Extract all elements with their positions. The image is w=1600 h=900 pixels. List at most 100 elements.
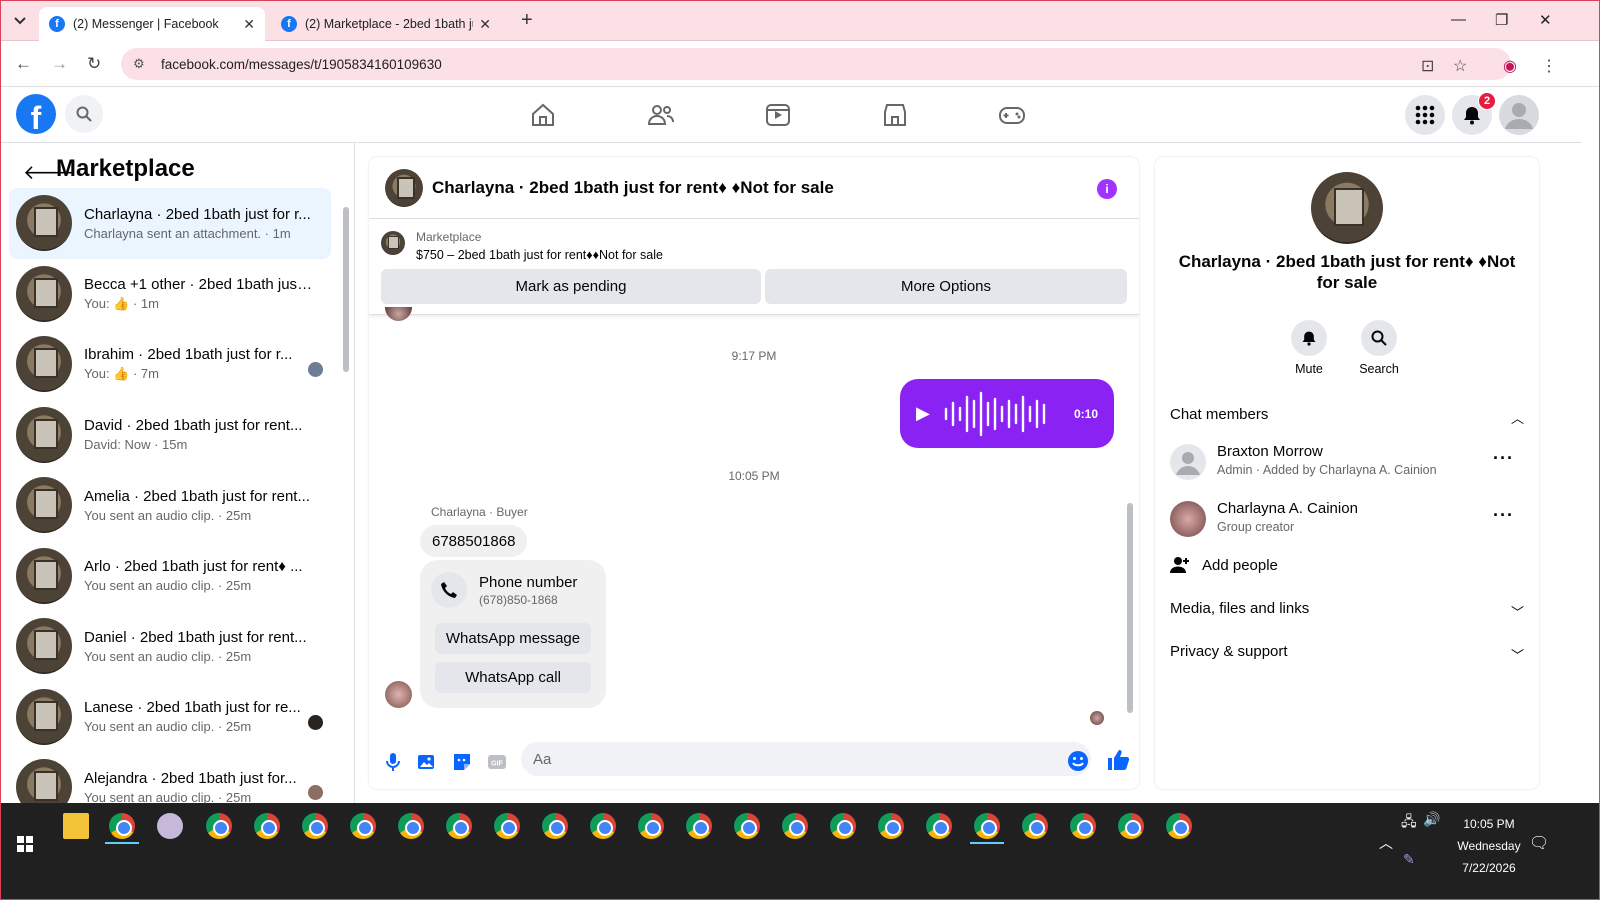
conversation-item[interactable]: David · 2bed 1bath just for rent... David… — [9, 400, 331, 471]
gaming-icon[interactable] — [998, 101, 1026, 129]
gif-icon[interactable]: GIF — [487, 752, 507, 772]
chrome-profile-icon[interactable] — [206, 813, 232, 839]
chrome-profile-icon[interactable] — [1070, 813, 1096, 839]
notification-center-icon[interactable]: 🗨 — [1529, 833, 1549, 853]
facebook-logo-icon[interactable]: f — [16, 94, 56, 134]
more-options-icon[interactable]: ··· — [1493, 505, 1514, 526]
more-options-icon[interactable]: ··· — [1493, 448, 1514, 469]
chrome-profile-icon[interactable] — [638, 813, 664, 839]
chrome-profile-icon[interactable] — [302, 813, 328, 839]
chrome-profile-icon[interactable] — [254, 813, 280, 839]
tab-marketplace[interactable]: f (2) Marketplace - 2bed 1bath ju ✕ — [271, 7, 501, 41]
conversation-avatar[interactable] — [1311, 172, 1383, 244]
chrome-profile-icon[interactable] — [350, 813, 376, 839]
windows-start-icon[interactable] — [17, 836, 33, 852]
conversation-item[interactable]: Alejandra · 2bed 1bath just for... You se… — [9, 752, 331, 803]
conversation-item[interactable]: Amelia · 2bed 1bath just for rent... You … — [9, 470, 331, 541]
chrome-profile-icon[interactable] — [398, 813, 424, 839]
chrome-profile-icon[interactable] — [926, 813, 952, 839]
chrome-profile-icon[interactable] — [686, 813, 712, 839]
conversation-item[interactable]: Lanese · 2bed 1bath just for re... You se… — [9, 682, 331, 753]
microphone-icon[interactable] — [383, 752, 403, 772]
account-button[interactable] — [1499, 95, 1539, 135]
chrome-profile-icon[interactable] — [590, 813, 616, 839]
conversation-item[interactable]: Becca +1 other · 2bed 1bath just ... You:… — [9, 259, 331, 330]
chrome-profile-icon[interactable] — [542, 813, 568, 839]
chat-avatar[interactable] — [385, 168, 423, 207]
chrome-profile-icon[interactable] — [830, 813, 856, 839]
mark-as-pending-button[interactable]: Mark as pending — [381, 269, 761, 304]
search-in-conversation-button[interactable]: Search — [1344, 320, 1414, 376]
message-input[interactable]: Aa — [521, 742, 1091, 776]
file-explorer-icon[interactable] — [63, 813, 89, 839]
chrome-profile-icon[interactable] — [974, 813, 1000, 839]
back-arrow-icon[interactable]: ← — [15, 54, 32, 74]
window-close-icon[interactable]: ✕ — [1539, 11, 1552, 29]
pen-icon[interactable]: ✎ — [1403, 851, 1415, 868]
conversation-item[interactable]: Daniel · 2bed 1bath just for rent... You … — [9, 611, 331, 682]
conversation-item[interactable]: Arlo · 2bed 1bath just for rent♦ ... You … — [9, 541, 331, 612]
chrome-profile-icon[interactable] — [1166, 813, 1192, 839]
url-text[interactable]: facebook.com/messages/t/1905834160109630 — [161, 57, 442, 72]
media-files-links-section[interactable]: Media, files and links ﹀ — [1170, 600, 1524, 620]
emoji-icon[interactable] — [1067, 750, 1089, 772]
system-clock[interactable]: 10:05 PM Wednesday 7/22/2026 — [1441, 813, 1537, 879]
sender-avatar[interactable] — [385, 681, 412, 708]
chrome-profile-icon[interactable] — [1022, 813, 1048, 839]
system-tray-chevron-icon[interactable]: ︿ — [1379, 833, 1393, 853]
menu-button[interactable] — [1405, 95, 1445, 135]
info-icon[interactable]: i — [1097, 179, 1117, 199]
scrollbar-thumb[interactable] — [343, 207, 349, 372]
tab-messenger[interactable]: f (2) Messenger | Facebook ✕ — [39, 7, 265, 41]
close-tab-icon[interactable]: ✕ — [243, 16, 255, 33]
chrome-profile-icon[interactable] — [446, 813, 472, 839]
listing-thumbnail[interactable] — [381, 231, 405, 255]
member-row[interactable]: Charlayna A. Cainion Group creator ··· — [1170, 499, 1530, 539]
chrome-profile-icon[interactable] — [734, 813, 760, 839]
forward-arrow-icon[interactable]: → — [51, 54, 68, 74]
chat-scrollbar[interactable] — [1125, 319, 1135, 729]
tab-search-dropdown[interactable] — [7, 9, 33, 33]
photo-icon[interactable] — [417, 752, 437, 772]
profile-icon[interactable]: ◉ — [1503, 56, 1517, 76]
volume-icon[interactable]: 🔊 — [1423, 811, 1440, 828]
listing-detail[interactable]: $750 – 2bed 1bath just for rent♦♦Not for… — [416, 248, 663, 262]
chat-members-section[interactable]: Chat members ︿ — [1170, 406, 1524, 426]
new-tab-icon[interactable]: + — [521, 9, 533, 32]
more-options-button[interactable]: More Options — [765, 269, 1127, 304]
browser-menu-icon[interactable]: ⋮ — [1541, 56, 1557, 76]
video-icon[interactable] — [764, 101, 792, 129]
chrome-profile-icon[interactable] — [782, 813, 808, 839]
mute-button[interactable]: Mute — [1274, 320, 1344, 376]
network-icon[interactable]: 🖧 — [1401, 811, 1417, 835]
friends-icon[interactable] — [647, 101, 675, 129]
chrome-profile-icon[interactable] — [494, 813, 520, 839]
chat-title[interactable]: Charlayna · 2bed 1bath just for rent♦ ♦N… — [432, 178, 834, 198]
chrome-profile-icon[interactable] — [1118, 813, 1144, 839]
conversation-item[interactable]: Ibrahim · 2bed 1bath just for r... You: 👍… — [9, 329, 331, 400]
site-settings-icon[interactable]: ⚙ — [133, 56, 155, 72]
message-bubble[interactable]: 6788501868 — [420, 525, 528, 557]
notifications-button[interactable]: 2 — [1452, 92, 1496, 135]
chrome-profile-icon[interactable] — [878, 813, 904, 839]
minimize-icon[interactable]: — — [1451, 11, 1466, 28]
whatsapp-call-button[interactable]: WhatsApp call — [435, 662, 591, 693]
chrome-icon[interactable] — [109, 813, 135, 839]
member-row[interactable]: Braxton Morrow Admin · Added by Charlayn… — [1170, 442, 1530, 482]
sticker-icon[interactable] — [452, 752, 472, 772]
paint-icon[interactable] — [157, 813, 183, 839]
reload-icon[interactable]: ↻ — [87, 54, 101, 74]
conversation-item[interactable]: Charlayna · 2bed 1bath just for r... Char… — [9, 188, 331, 259]
url-bar[interactable]: ⚙ facebook.com/messages/t/19058341601096… — [121, 48, 1511, 80]
privacy-support-section[interactable]: Privacy & support ﹀ — [1170, 643, 1524, 663]
home-icon[interactable] — [529, 101, 557, 129]
play-icon[interactable]: ▶ — [916, 403, 930, 424]
sidebar-scrollbar[interactable] — [341, 193, 349, 803]
install-app-icon[interactable]: ⊡ — [1421, 56, 1434, 76]
add-people-button[interactable]: Add people — [1170, 556, 1278, 574]
marketplace-icon[interactable] — [881, 101, 909, 129]
whatsapp-message-button[interactable]: WhatsApp message — [435, 623, 591, 654]
bookmark-star-icon[interactable]: ☆ — [1453, 56, 1467, 76]
thumbs-up-icon[interactable] — [1106, 748, 1130, 772]
page-scrollbar[interactable] — [1557, 87, 1581, 803]
